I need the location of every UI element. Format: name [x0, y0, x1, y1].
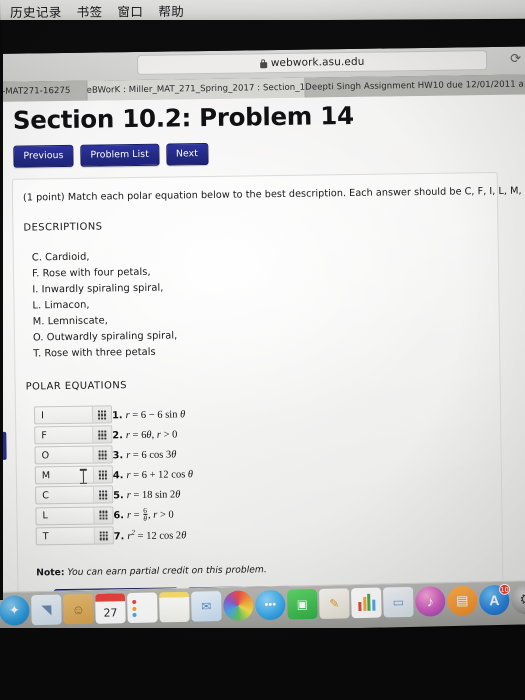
keypad-icon[interactable]: [93, 507, 113, 524]
answer-input-7[interactable]: T: [35, 526, 114, 546]
equation-cell: 7. r2 = 12 cos 2θ: [114, 525, 194, 544]
notes-icon[interactable]: [159, 591, 190, 623]
page-title: Section 10.2: Problem 14: [12, 100, 354, 135]
answer-cell: T: [35, 526, 114, 546]
photos-icon[interactable]: [223, 590, 254, 621]
table-row: I 1. r = 6 − 6 sin θ: [33, 405, 192, 425]
note-line: Note: You can earn partial credit on thi…: [36, 561, 492, 578]
app-store-icon[interactable]: A 10: [478, 583, 511, 616]
answer-cell: C: [35, 485, 114, 505]
equation-cell: 1. r = 6 − 6 sin θ: [112, 405, 192, 424]
equation-cell: 2. r = 6θ, r > 0: [112, 425, 192, 444]
problem-instructions: (1 point) Match each polar equation belo…: [22, 185, 525, 204]
equation-3: 3. r = 6 cos 3θ: [112, 449, 177, 462]
keypad-icon[interactable]: [91, 406, 112, 424]
note-text: You can earn partial credit on this prob…: [64, 564, 267, 579]
answer-cell: L: [35, 506, 114, 526]
previous-button[interactable]: Previous: [13, 144, 74, 168]
next-button[interactable]: Next: [165, 142, 209, 166]
ibooks-icon[interactable]: ▤: [446, 585, 478, 617]
preview-icon[interactable]: ◥: [31, 594, 62, 626]
keynote-icon[interactable]: ▭: [382, 586, 414, 618]
reload-icon[interactable]: ⟳: [509, 51, 522, 66]
polar-equations-table: I 1. r = 6 − 6 sin θ F 2. r = 6θ, r > 0 …: [33, 403, 194, 548]
equation-7: 7. r2 = 12 cos 2θ: [113, 528, 187, 543]
app-store-badge: 10: [498, 583, 511, 595]
answer-input-4[interactable]: M: [34, 465, 114, 485]
text-cursor-icon: [79, 469, 88, 485]
answer-value: T: [42, 531, 49, 543]
dark-surround-left: [0, 22, 3, 600]
keypad-icon[interactable]: [92, 446, 112, 464]
calendar-day-number: 27: [103, 605, 118, 620]
polar-equations-heading: POLAR EQUATIONS: [25, 380, 128, 393]
problem-panel: (1 point) Match each polar equation belo…: [11, 171, 525, 594]
answer-input-3[interactable]: O: [34, 445, 113, 465]
facetime-icon[interactable]: ▣: [287, 588, 318, 620]
keypad-icon[interactable]: [92, 466, 112, 484]
menu-item-help[interactable]: 帮助: [158, 0, 184, 19]
equation-cell: 6. r = 6θ, r > 0: [113, 505, 193, 525]
equation-6: 6. r = 6θ, r > 0: [113, 505, 174, 524]
table-row: F 2. r = 6θ, r > 0: [34, 425, 192, 445]
dark-surround-bottom: [0, 628, 525, 700]
answer-cell: I: [33, 405, 113, 425]
messages-icon[interactable]: •••: [255, 589, 286, 621]
answer-value: F: [41, 430, 47, 442]
reminders-icon[interactable]: [127, 592, 158, 624]
answer-value: L: [42, 510, 48, 522]
macos-menu-bar: 历史记录 书签 窗口 帮助: [0, 0, 525, 22]
answer-cell: F: [34, 425, 113, 445]
equation-cell: 4. r = 6 + 12 cos θ: [113, 465, 193, 484]
keypad-icon[interactable]: [92, 426, 112, 444]
equation-5: 5. r = 18 sin 2θ: [113, 489, 181, 502]
page-content: Section 10.2: Problem 14 Previous Proble…: [11, 99, 525, 594]
problem-list-button[interactable]: Problem List: [80, 143, 160, 167]
safari-icon[interactable]: ✦: [0, 595, 30, 626]
answer-value: M: [41, 470, 51, 482]
answer-cell: O: [34, 445, 113, 465]
itunes-icon[interactable]: ♪: [414, 586, 446, 617]
screen-photo-frame: 历史记录 书签 窗口 帮助 webwork.asu.edu ⟳ T-MAT271…: [0, 0, 525, 700]
contacts-icon[interactable]: ☺: [63, 593, 94, 625]
equation-1: 1. r = 6 − 6 sin θ: [111, 409, 186, 422]
note-label: Note:: [36, 567, 65, 579]
mail-icon[interactable]: ✉: [191, 591, 222, 622]
tab-mat271[interactable]: T-MAT271-16275: [0, 80, 88, 102]
calendar-icon[interactable]: 27: [95, 593, 126, 624]
url-text: webwork.asu.edu: [270, 55, 365, 70]
answer-input-1[interactable]: I: [33, 405, 113, 425]
lock-icon: [259, 58, 267, 68]
equation-2: 2. r = 6θ, r > 0: [112, 429, 178, 442]
webwork-page: Section 10.2: Problem 14 Previous Proble…: [0, 94, 525, 594]
address-bar[interactable]: webwork.asu.edu: [137, 50, 488, 75]
table-row: T 7. r2 = 12 cos 2θ: [35, 525, 194, 546]
safari-browser-window: webwork.asu.edu ⟳ T-MAT271-16275 WeBWorK…: [0, 46, 525, 594]
equation-4: 4. r = 6 + 12 cos θ: [112, 469, 194, 482]
answer-value: C: [42, 490, 49, 502]
answer-value: O: [41, 450, 50, 462]
descriptions-heading: DESCRIPTIONS: [23, 221, 103, 234]
navigation-buttons: Previous Problem List Next: [13, 139, 513, 168]
table-row: M 4. r = 6 + 12 cos θ: [34, 465, 193, 485]
table-row: O 3. r = 6 cos 3θ: [34, 445, 192, 465]
pages-icon[interactable]: ✎: [319, 588, 350, 619]
table-row: L 6. r = 6θ, r > 0: [35, 505, 193, 526]
menu-item-history[interactable]: 历史记录: [10, 1, 62, 20]
menu-item-bookmarks[interactable]: 书签: [77, 1, 103, 20]
numbers-icon[interactable]: [351, 587, 382, 619]
answer-cell: M: [34, 465, 114, 485]
system-preferences-icon[interactable]: ⚙: [510, 584, 525, 615]
answer-input-2[interactable]: F: [34, 425, 113, 445]
keypad-icon[interactable]: [93, 486, 113, 504]
equation-cell: 3. r = 6 cos 3θ: [112, 445, 192, 464]
answer-input-5[interactable]: C: [35, 485, 114, 505]
descriptions-list: C. Cardioid, F. Rose with four petals, I…: [32, 244, 490, 363]
answer-value: I: [40, 410, 44, 422]
equation-cell: 5. r = 18 sin 2θ: [113, 485, 193, 504]
answer-input-6[interactable]: L: [35, 506, 114, 526]
table-row: C 5. r = 18 sin 2θ: [35, 485, 193, 505]
menu-item-window[interactable]: 窗口: [117, 1, 143, 20]
keypad-icon[interactable]: [93, 527, 113, 544]
